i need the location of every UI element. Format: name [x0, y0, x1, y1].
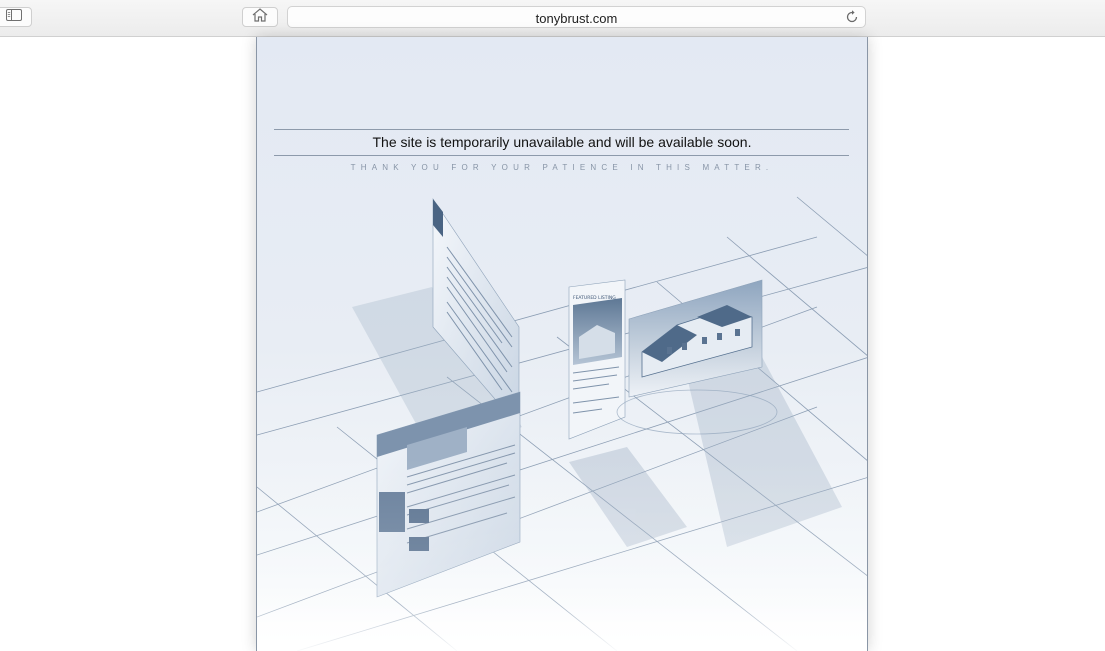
perspective-illustration: FEATURED LISTING: [257, 196, 867, 651]
sidebar-icon: [6, 8, 22, 26]
browser-toolbar: tonybrust.com: [0, 0, 1105, 37]
divider-bottom: [274, 155, 849, 156]
page-subline: THANK YOU FOR YOUR PATIENCE IN THIS MATT…: [350, 163, 774, 172]
address-bar[interactable]: tonybrust.com: [287, 6, 866, 28]
maintenance-page: The site is temporarily unavailable and …: [256, 37, 868, 651]
sidebar-toggle-button[interactable]: [0, 7, 32, 27]
featured-listing-card: FEATURED LISTING: [568, 279, 626, 440]
page-headline: The site is temporarily unavailable and …: [372, 134, 752, 150]
home-button[interactable]: [242, 7, 278, 27]
url-text: tonybrust.com: [535, 11, 618, 26]
divider-top: [274, 129, 849, 130]
home-icon: [252, 7, 268, 27]
reload-icon[interactable]: [845, 10, 859, 24]
